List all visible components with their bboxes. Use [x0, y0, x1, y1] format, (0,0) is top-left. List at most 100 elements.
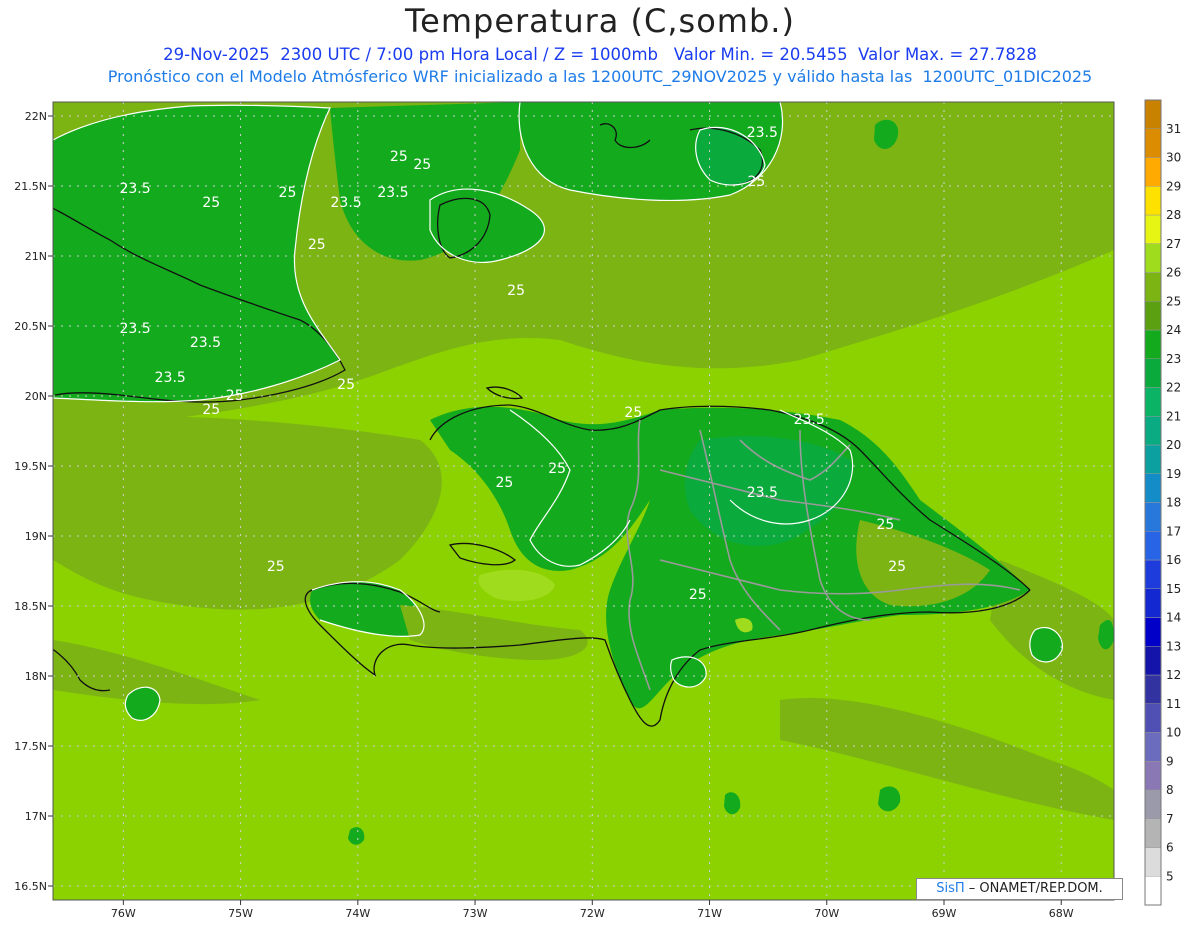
colorbar-level-label: 29 — [1166, 179, 1181, 193]
latitude-axis: 22N 21.5N 21N 20.5N 20N 19.5N 19N 18.5N 18N 17.5N… — [14, 110, 53, 893]
colorbar-swatch — [1144, 588, 1162, 618]
lat-tick-label: 21N — [25, 250, 47, 263]
credit-text: – ONAMET/REP.DOM. — [968, 881, 1103, 896]
colorbar-level-label: 31 — [1166, 122, 1181, 136]
contour-value-label: 25 — [876, 517, 894, 533]
colorbar-level-label: 21 — [1166, 409, 1181, 423]
temperature-map: 23.5 25 25 23.5 25 25 25 23.5 25 23.5 25 23.5 23.5 23… — [14, 99, 1181, 920]
temperature-colorbar: 5 6 7 8 9 10 11 12 13 14 15 16 17 18 19 20 21 22 23 24 25 26 2… — [1144, 99, 1181, 906]
colorbar-swatch — [1144, 617, 1162, 647]
colorbar-swatch — [1144, 444, 1162, 474]
colorbar-swatch — [1144, 876, 1162, 906]
colorbar-swatch — [1144, 301, 1162, 331]
lat-tick-label: 17.5N — [14, 740, 47, 753]
colorbar-level-label: 30 — [1166, 151, 1181, 165]
lon-tick-label: 74W — [345, 907, 370, 920]
colorbar-level-label: 23 — [1166, 352, 1181, 366]
contour-value-label: 25 — [279, 185, 297, 201]
colorbar-level-label: 13 — [1166, 639, 1181, 653]
colorbar-swatch — [1144, 186, 1162, 216]
colorbar-swatch — [1144, 732, 1162, 762]
colorbar-level-label: 9 — [1166, 754, 1174, 768]
colorbar-level-label: 22 — [1166, 381, 1181, 395]
colorbar-level-label: 17 — [1166, 524, 1181, 538]
colorbar-swatch — [1144, 157, 1162, 187]
colorbar-level-label: 24 — [1166, 323, 1181, 337]
map-field: 23.5 25 25 23.5 25 25 25 23.5 25 23.5 25 23.5 23.5 23… — [53, 102, 1114, 900]
lat-tick-label: 20N — [25, 390, 47, 403]
contour-value-label: 25 — [495, 475, 513, 491]
contour-value-label: 25 — [267, 559, 285, 575]
colorbar-level-label: 15 — [1166, 582, 1181, 596]
colorbar-level-label: 27 — [1166, 237, 1181, 251]
longitude-axis: 76W 75W 74W 73W 72W 71W 70W 69W 68W — [111, 900, 1074, 920]
colorbar-level-label: 7 — [1166, 812, 1174, 826]
colorbar-swatch — [1144, 473, 1162, 503]
contour-value-label: 23.5 — [155, 370, 186, 386]
colorbar-swatch — [1144, 387, 1162, 417]
contour-value-label: 25 — [689, 587, 707, 603]
contour-value-label: 23.5 — [119, 181, 150, 197]
contour-value-label: 25 — [888, 559, 906, 575]
colorbar-swatch — [1144, 646, 1162, 676]
contour-value-label: 23.5 — [747, 125, 778, 141]
colorbar-swatch — [1144, 703, 1162, 733]
contour-value-label: 23.5 — [794, 412, 825, 428]
colorbar-swatch — [1144, 818, 1162, 848]
lat-tick-label: 17N — [25, 810, 47, 823]
lat-tick-label: 18N — [25, 670, 47, 683]
lon-tick-label: 71W — [697, 907, 722, 920]
contour-value-label: 23.5 — [747, 485, 778, 501]
colorbar-swatch — [1144, 847, 1162, 877]
lat-tick-label: 20.5N — [14, 320, 47, 333]
lat-tick-label: 19.5N — [14, 460, 47, 473]
colorbar-swatch — [1144, 214, 1162, 244]
colorbar-swatch — [1144, 329, 1162, 359]
contour-value-label: 25 — [548, 461, 566, 477]
colorbar-swatch — [1144, 502, 1162, 532]
colorbar-level-label: 8 — [1166, 783, 1174, 797]
lon-tick-label: 69W — [932, 907, 957, 920]
colorbar-level-label: 19 — [1166, 467, 1181, 481]
colorbar-level-label: 20 — [1166, 438, 1181, 452]
contour-value-label: 25 — [413, 157, 431, 173]
lat-tick-label: 16.5N — [14, 880, 47, 893]
colorbar-swatch — [1144, 761, 1162, 791]
contour-value-label: 25 — [624, 405, 642, 421]
contour-value-label: 25 — [337, 377, 355, 393]
colorbar-level-label: 16 — [1166, 553, 1181, 567]
sispi-logo-text: SisΠ — [936, 881, 965, 896]
contour-value-label: 23.5 — [377, 185, 408, 201]
lon-tick-label: 68W — [1049, 907, 1074, 920]
contour-value-label: 25 — [202, 195, 220, 211]
colorbar-swatch — [1144, 789, 1162, 819]
contour-value-label: 25 — [390, 149, 408, 165]
colorbar-level-label: 26 — [1166, 266, 1181, 280]
colorbar-level-label: 12 — [1166, 668, 1181, 682]
colorbar-level-label: 10 — [1166, 726, 1181, 740]
lat-tick-label: 21.5N — [14, 180, 47, 193]
colorbar-swatch — [1144, 128, 1162, 158]
contour-value-label: 23.5 — [119, 321, 150, 337]
contour-value-label: 25 — [308, 237, 326, 253]
colorbar-level-label: 14 — [1166, 611, 1181, 625]
lat-tick-label: 19N — [25, 530, 47, 543]
colorbar-level-label: 5 — [1166, 869, 1174, 883]
colorbar-swatch — [1144, 531, 1162, 561]
contour-value-label: 25 — [226, 388, 244, 404]
colorbar-level-label: 28 — [1166, 208, 1181, 222]
lon-tick-label: 75W — [228, 907, 253, 920]
credit-box: SisΠ – ONAMET/REP.DOM. — [916, 878, 1123, 900]
colorbar-swatch — [1144, 358, 1162, 388]
lat-tick-label: 18.5N — [14, 600, 47, 613]
colorbar-level-label: 25 — [1166, 294, 1181, 308]
colorbar-swatch — [1144, 559, 1162, 589]
lat-tick-label: 22N — [25, 110, 47, 123]
lon-tick-label: 76W — [111, 907, 136, 920]
colorbar-swatch — [1144, 99, 1162, 129]
colorbar-swatch — [1144, 674, 1162, 704]
contour-value-label: 23.5 — [331, 195, 362, 211]
colorbar-level-label: 18 — [1166, 496, 1181, 510]
contour-value-label: 25 — [202, 402, 220, 418]
contour-value-label: 25 — [748, 174, 766, 190]
